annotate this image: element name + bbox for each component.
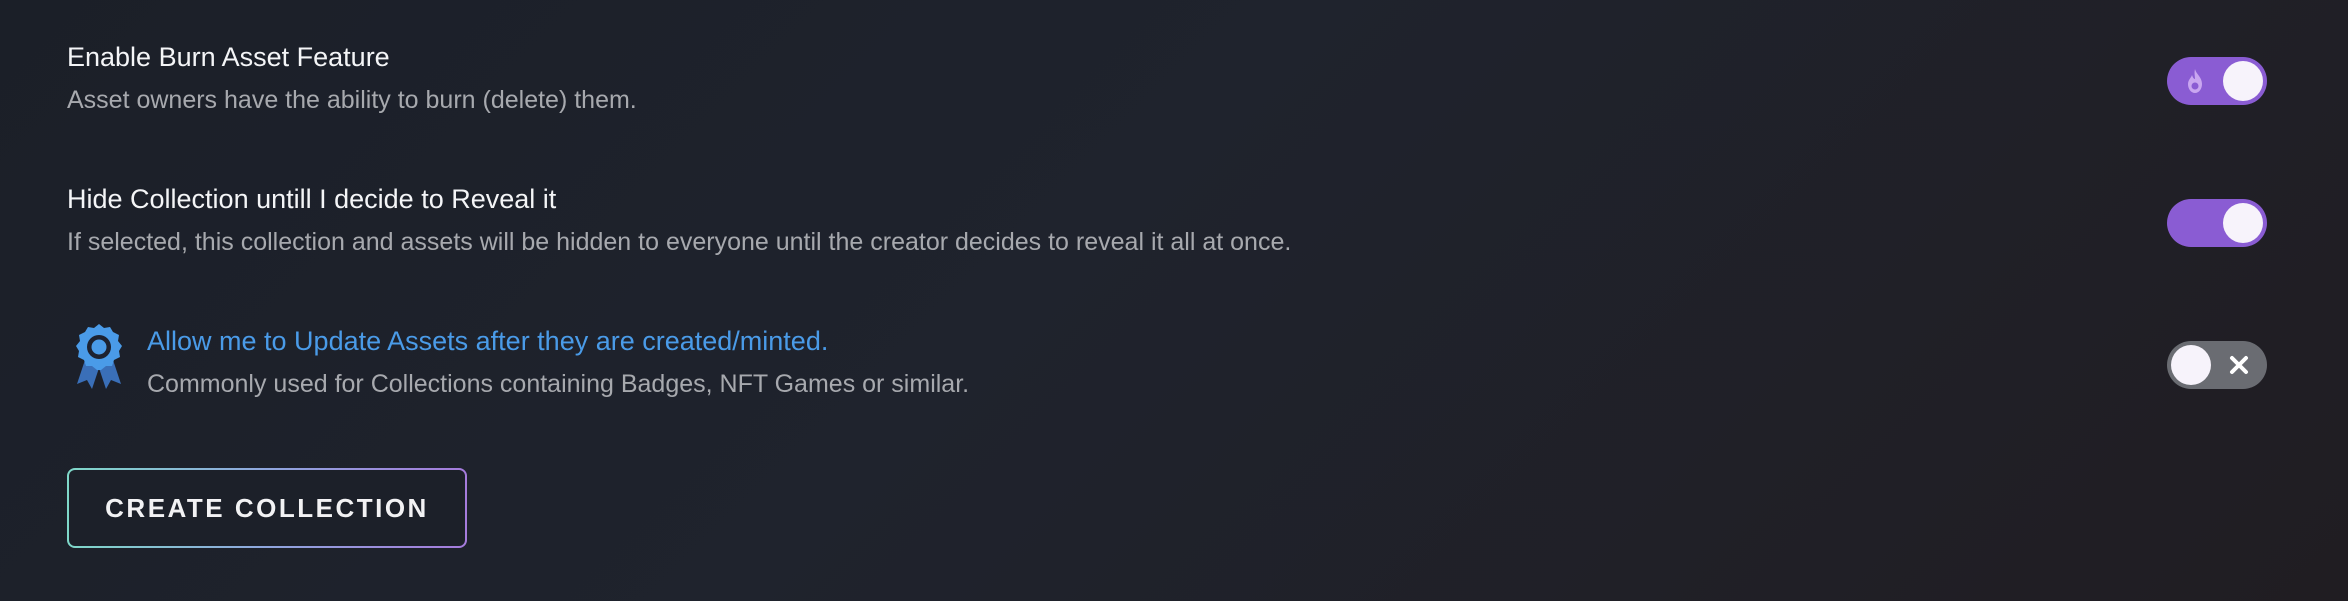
update-assets-toggle[interactable] [2167, 341, 2267, 389]
burn-asset-description: Asset owners have the ability to burn (d… [67, 86, 637, 114]
hide-collection-setting: Hide Collection untill I decide to Revea… [67, 180, 2267, 280]
close-icon [2230, 356, 2248, 374]
toggle-knob [2223, 61, 2263, 101]
burn-asset-toggle[interactable] [2167, 57, 2267, 105]
hide-collection-title: Hide Collection untill I decide to Revea… [67, 184, 557, 214]
hide-collection-description: If selected, this collection and assets … [67, 228, 1292, 256]
create-collection-label: CREATE COLLECTION [69, 470, 465, 546]
update-assets-setting: Allow me to Update Assets after they are… [67, 322, 2267, 422]
flame-icon [2188, 69, 2202, 93]
update-assets-title[interactable]: Allow me to Update Assets after they are… [147, 324, 828, 358]
update-assets-description: Commonly used for Collections containing… [147, 370, 970, 398]
toggle-knob [2171, 345, 2211, 385]
create-collection-button[interactable]: CREATE COLLECTION [67, 468, 467, 548]
award-badge-icon [76, 324, 122, 389]
burn-asset-setting: Enable Burn Asset Feature Asset owners h… [67, 38, 2267, 138]
toggle-knob [2223, 203, 2263, 243]
hide-collection-toggle[interactable] [2167, 199, 2267, 247]
burn-asset-title: Enable Burn Asset Feature [67, 42, 390, 72]
